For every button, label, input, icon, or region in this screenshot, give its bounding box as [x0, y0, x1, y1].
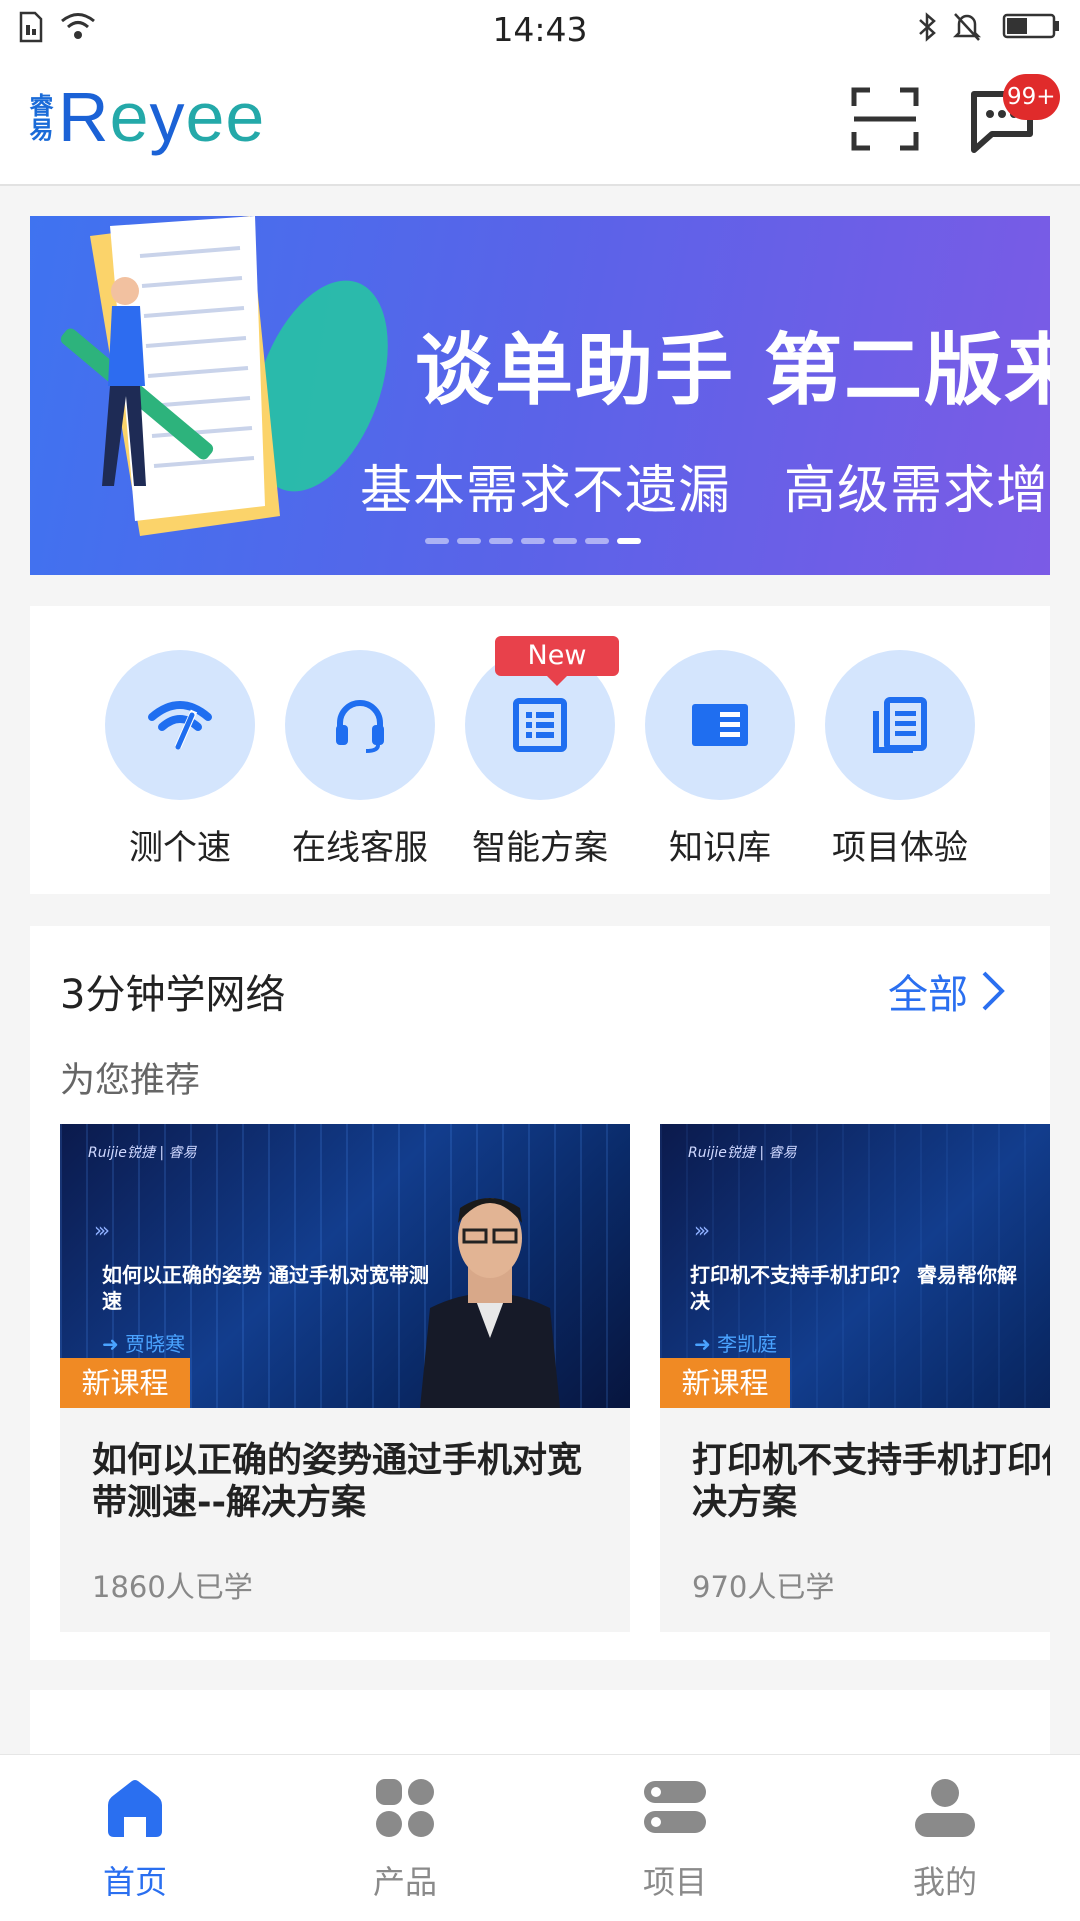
reyee-logo: 睿易 Reyee	[25, 78, 265, 156]
new-course-tag: 新课程	[660, 1358, 790, 1408]
learn-section: 3分钟学网络 全部 为您推荐 Ruijie锐捷 | 睿易 ››› 如何以正确的姿…	[30, 926, 1050, 1660]
shortcut-label: 项目体验	[832, 828, 968, 868]
thumb-text: 如何以正确的姿势 通过手机对宽带测速	[102, 1263, 429, 1313]
shortcut-label: 在线客服	[292, 828, 428, 868]
see-all-link[interactable]: 全部	[888, 962, 1006, 1020]
grid-icon	[376, 1779, 434, 1837]
course-title: 如何以正确的姿势通过手机对宽带测速--解决方案	[92, 1441, 583, 1523]
home-icon	[108, 1780, 162, 1837]
mute-bell-icon	[952, 13, 982, 41]
speed-test-circle	[105, 650, 255, 800]
tab-label: 产品	[372, 1863, 437, 1901]
course-title: 打印机不支持手机打印你解决--解决方案	[692, 1441, 1050, 1523]
bluetooth-icon	[919, 12, 936, 42]
arrows-icon: ›››	[694, 1218, 710, 1242]
shortcut-knowledge-base[interactable]: 知识库	[645, 650, 795, 869]
banner-dot	[457, 538, 481, 544]
headset-icon	[336, 700, 384, 753]
course-thumbnail: Ruijie锐捷 | 睿易 ››› 打印机不支持手机打印？ 睿易帮你解决 ➜ 李…	[660, 1124, 1050, 1408]
see-all-label: 全部	[888, 972, 968, 1018]
arrows-icon: ›››	[94, 1218, 110, 1242]
book-circle	[645, 650, 795, 800]
bottom-tab-bar: 首页 产品 项目 我的	[0, 1754, 1080, 1921]
tab-label: 我的	[912, 1863, 977, 1901]
headset-circle	[285, 650, 435, 800]
tab-mine[interactable]: 我的	[865, 1775, 1025, 1903]
new-course-tag: 新课程	[60, 1358, 190, 1408]
shortcut-panel: 测个速 在线客服 智能方案 New 知识库 项目体验	[30, 606, 1050, 894]
banner-dot	[617, 538, 641, 544]
banner-dot	[521, 538, 545, 544]
banner-dot	[585, 538, 609, 544]
presenter-name: ➜ 贾晓寒	[102, 1332, 186, 1356]
shortcut-customer-service[interactable]: 在线客服	[285, 650, 435, 869]
user-icon	[915, 1779, 975, 1837]
new-tag: New	[495, 636, 619, 686]
shortcut-speed-test[interactable]: 测个速	[105, 650, 255, 869]
banner-subtitle: 基本需求不遗漏 高级需求增利润	[360, 461, 1050, 521]
recommend-label: 为您推荐	[60, 1061, 201, 1101]
presenter-name: ➜ 李凯庭	[694, 1332, 778, 1356]
course-thumbnail: Ruijie锐捷 | 睿易 ››› 如何以正确的姿势 通过手机对宽带测速 ➜ 贾…	[60, 1124, 630, 1408]
speed-test-icon	[148, 701, 212, 750]
project-doc-circle	[825, 650, 975, 800]
document-list-icon	[513, 698, 567, 752]
thumb-brand: Ruijie锐捷 | 睿易	[688, 1145, 797, 1161]
banner-pagination	[425, 538, 641, 544]
banner-dot	[553, 538, 577, 544]
tab-products[interactable]: 产品	[325, 1775, 485, 1903]
logo-text: Reyee	[58, 78, 266, 156]
section-title: 3分钟学网络	[60, 972, 286, 1018]
app-header: 睿易 Reyee 99+	[0, 58, 1080, 186]
shortcut-project-experience[interactable]: 项目体验	[825, 650, 975, 869]
banner-dot	[425, 538, 449, 544]
course-card[interactable]: Ruijie锐捷 | 睿易 ››› 如何以正确的姿势 通过手机对宽带测速 ➜ 贾…	[60, 1124, 630, 1632]
tab-projects[interactable]: 项目	[595, 1775, 755, 1903]
learner-count: 970人已学	[692, 1570, 835, 1604]
message-badge: 99+	[1003, 74, 1060, 120]
status-bar: 14:43	[0, 0, 1080, 58]
promo-banner[interactable]: 谈单助手 第二版来啦 基本需求不遗漏 高级需求增利润	[30, 216, 1050, 575]
shortcut-label: 智能方案	[472, 828, 608, 868]
shortcut-label: 知识库	[669, 828, 771, 868]
learner-count: 1860人已学	[92, 1570, 253, 1604]
course-card[interactable]: Ruijie锐捷 | 睿易 ››› 打印机不支持手机打印？ 睿易帮你解决 ➜ 李…	[660, 1124, 1050, 1632]
chevron-right-icon	[982, 971, 1005, 1011]
project-doc-icon	[873, 697, 927, 753]
tab-label: 项目	[642, 1863, 707, 1901]
presenter-photo	[420, 1198, 560, 1408]
thumb-brand: Ruijie锐捷 | 睿易	[88, 1145, 197, 1161]
banner-title: 谈单助手 第二版来啦	[415, 326, 1050, 416]
battery-icon	[1002, 13, 1059, 39]
thumb-text: 打印机不支持手机打印？ 睿易帮你解决	[690, 1263, 1017, 1313]
banner-illustration	[60, 216, 388, 536]
scan-icon[interactable]	[850, 86, 920, 152]
list-icon	[644, 1781, 706, 1833]
shortcut-label: 测个速	[129, 828, 231, 868]
tab-label: 首页	[102, 1863, 167, 1901]
shortcut-smart-solution[interactable]: 智能方案	[465, 650, 615, 869]
banner-dot	[489, 538, 513, 544]
book-icon	[692, 704, 748, 746]
tab-home[interactable]: 首页	[55, 1775, 215, 1903]
logo-mark: 睿易	[25, 93, 53, 141]
